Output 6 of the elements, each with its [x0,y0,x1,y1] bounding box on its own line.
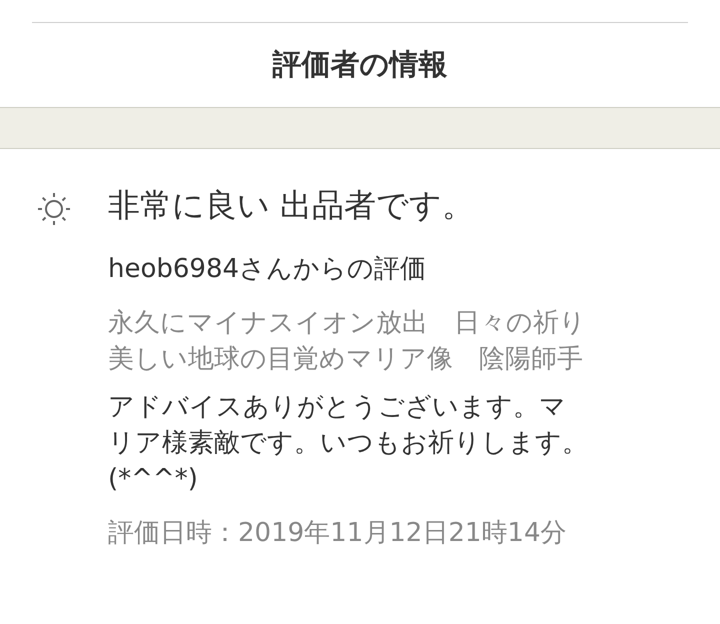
rating-headline: 非常に良い 出品者です。 [108,185,476,226]
item-title: 永久にマイナスイオン放出 日々の祈り 美しい地球の目覚めマリア像 陰陽師手 [108,307,587,376]
section-title: 評価者の情報 [272,46,448,84]
review-comment: アドバイスありがとうございます。マ リア様素敵です。いつもお祈りします。 (*^^*) [108,391,588,496]
review-date: 評価日時：2019年11月12日21時14分 [108,517,568,550]
reviewer-label: heob6984さんからの評価 [108,253,428,286]
